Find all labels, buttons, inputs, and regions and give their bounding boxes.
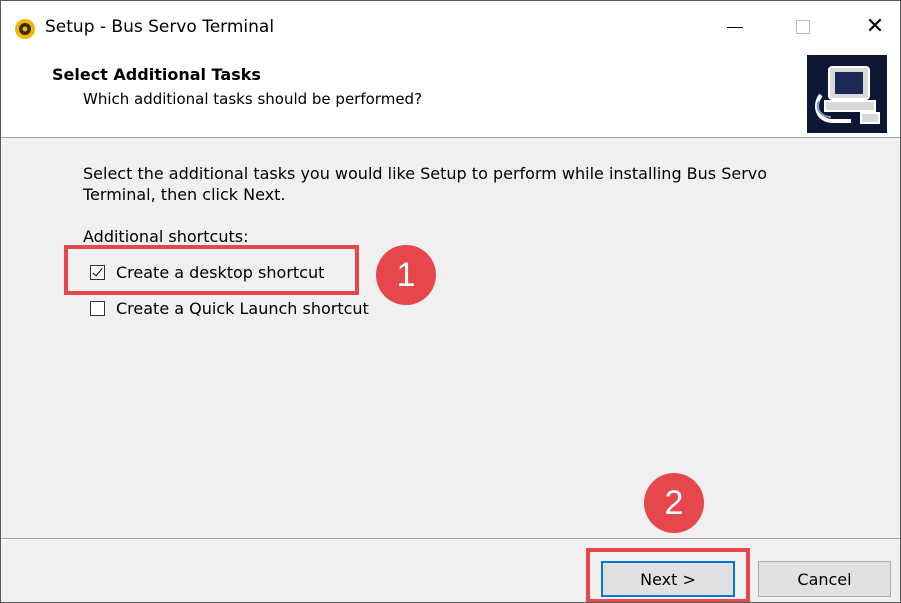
title-bar: Setup - Bus Servo Terminal ✕ <box>1 1 900 55</box>
cancel-button[interactable]: Cancel <box>758 561 891 597</box>
close-button[interactable]: ✕ <box>861 13 889 41</box>
step-2-badge: 2 <box>644 473 704 533</box>
desktop-shortcut-highlight <box>64 245 359 295</box>
computer-install-icon <box>807 55 887 133</box>
shortcuts-label: Additional shortcuts: <box>83 227 249 246</box>
maximize-button[interactable] <box>789 13 817 41</box>
quick-launch-shortcut-checkbox[interactable] <box>90 300 105 316</box>
quick-launch-shortcut-option[interactable]: Create a Quick Launch shortcut <box>90 296 369 320</box>
page-subtitle: Which additional tasks should be perform… <box>83 90 423 108</box>
wizard-header: Select Additional Tasks Which additional… <box>1 55 900 138</box>
minimize-icon <box>727 26 743 28</box>
task-description: Select the additional tasks you would li… <box>83 164 768 204</box>
footer-divider <box>1 538 900 540</box>
setup-window: Setup - Bus Servo Terminal ✕ Select Addi… <box>0 0 901 603</box>
next-button-highlight <box>586 548 750 602</box>
close-icon: ✕ <box>865 14 885 39</box>
window-title: Setup - Bus Servo Terminal <box>45 17 275 37</box>
quick-launch-shortcut-label[interactable]: Create a Quick Launch shortcut <box>116 299 369 318</box>
page-title: Select Additional Tasks <box>52 65 261 84</box>
minimize-button[interactable] <box>721 13 749 41</box>
step-1-badge: 1 <box>376 245 436 305</box>
setup-app-icon <box>14 18 36 40</box>
maximize-icon <box>796 20 810 34</box>
